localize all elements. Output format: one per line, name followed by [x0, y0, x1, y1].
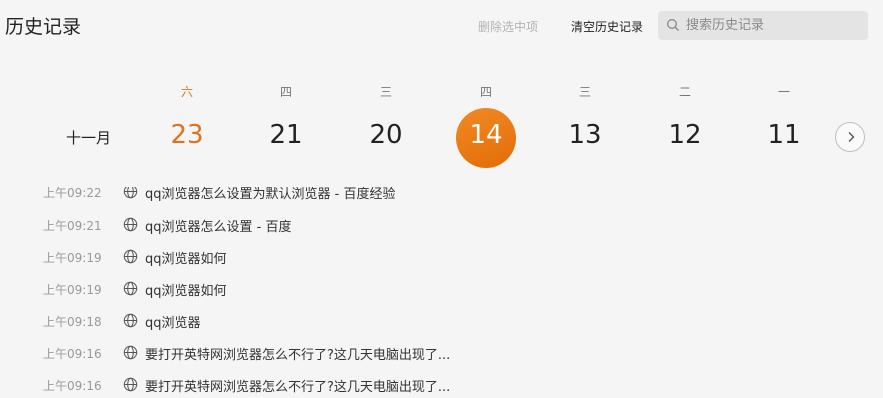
- visit-time: 上午09:22: [43, 187, 102, 200]
- page-title-link[interactable]: qq浏览器如何: [145, 248, 227, 267]
- weekday-label: 三: [379, 85, 392, 99]
- globe-icon: [123, 377, 138, 392]
- date-item-12[interactable]: 二 12: [650, 60, 720, 188]
- next-dates-button[interactable]: [835, 122, 865, 152]
- clear-history-button[interactable]: 清空历史记录: [571, 18, 643, 35]
- globe-icon: [123, 313, 138, 328]
- weekday-label: 二: [678, 85, 691, 99]
- search-input[interactable]: [686, 16, 862, 35]
- history-row[interactable]: 上午09:19 qq浏览器如何: [0, 273, 883, 305]
- search-icon: [667, 19, 679, 31]
- globe-icon: [123, 281, 138, 296]
- visit-time: 上午09:16: [43, 379, 102, 393]
- visit-time: 上午09:19: [43, 251, 102, 265]
- history-row[interactable]: 上午09:16 要打开英特网浏览器怎么不行了?这几天电脑出现了...: [0, 337, 883, 369]
- date-number: 13: [568, 120, 602, 150]
- visit-time: 上午09:16: [43, 347, 102, 361]
- delete-selected-button[interactable]: 删除选中项: [478, 18, 538, 35]
- date-picker: 十一月 六 23 四 21 三 20 四 14 三 13 二 12 一 11: [0, 60, 883, 188]
- date-item-13[interactable]: 三 13: [550, 60, 620, 188]
- date-item-11[interactable]: 一 11: [749, 60, 819, 188]
- weekday-label: 三: [578, 85, 591, 99]
- globe-icon: [123, 249, 138, 264]
- page-title-link[interactable]: qq浏览器怎么设置 - 百度: [145, 216, 291, 235]
- chevron-right-icon: [848, 132, 855, 142]
- weekday-label: 四: [479, 85, 492, 99]
- date-number: 20: [369, 120, 403, 150]
- date-number: 11: [767, 120, 801, 150]
- globe-icon: [123, 187, 138, 199]
- date-item-20[interactable]: 三 20: [351, 60, 421, 188]
- visit-time: 上午09:21: [43, 219, 102, 233]
- date-item-23[interactable]: 六 23: [152, 60, 222, 188]
- page-title-link[interactable]: qq浏览器怎么设置为默认浏览器 - 百度经验: [145, 187, 395, 202]
- weekday-label: 一: [777, 85, 790, 99]
- date-number: 12: [668, 120, 702, 150]
- date-item-21[interactable]: 四 21: [251, 60, 321, 188]
- page-title-link[interactable]: qq浏览器如何: [145, 280, 227, 299]
- header-bar: 历史记录 删除选中项 清空历史记录: [0, 0, 883, 52]
- history-row[interactable]: 上午09:16 要打开英特网浏览器怎么不行了?这几天电脑出现了...: [0, 369, 883, 398]
- date-item-14-selected[interactable]: 四 14: [451, 60, 521, 188]
- history-row[interactable]: 上午09:18 qq浏览器: [0, 305, 883, 337]
- date-number: 21: [269, 120, 303, 150]
- page-title-link[interactable]: qq浏览器: [145, 312, 201, 331]
- page-title: 历史记录: [5, 16, 82, 38]
- visit-time: 上午09:18: [43, 315, 102, 329]
- date-number: 14: [469, 120, 503, 150]
- month-label: 十一月: [66, 129, 112, 147]
- search-box: [658, 11, 868, 40]
- globe-icon: [123, 217, 138, 232]
- history-list: 上午09:22 qq浏览器怎么设置为默认浏览器 - 百度经验 上午09:21 q…: [0, 187, 883, 398]
- history-row[interactable]: 上午09:19 qq浏览器如何: [0, 241, 883, 273]
- history-row[interactable]: 上午09:21 qq浏览器怎么设置 - 百度: [0, 209, 883, 241]
- weekday-label: 六: [180, 85, 193, 99]
- weekday-label: 四: [279, 85, 292, 99]
- page-title-link[interactable]: 要打开英特网浏览器怎么不行了?这几天电脑出现了...: [145, 344, 450, 363]
- page-title-link[interactable]: 要打开英特网浏览器怎么不行了?这几天电脑出现了...: [145, 376, 450, 395]
- visit-time: 上午09:19: [43, 283, 102, 297]
- globe-icon: [123, 345, 138, 360]
- date-number: 23: [170, 120, 204, 150]
- history-row[interactable]: 上午09:22 qq浏览器怎么设置为默认浏览器 - 百度经验: [0, 187, 883, 208]
